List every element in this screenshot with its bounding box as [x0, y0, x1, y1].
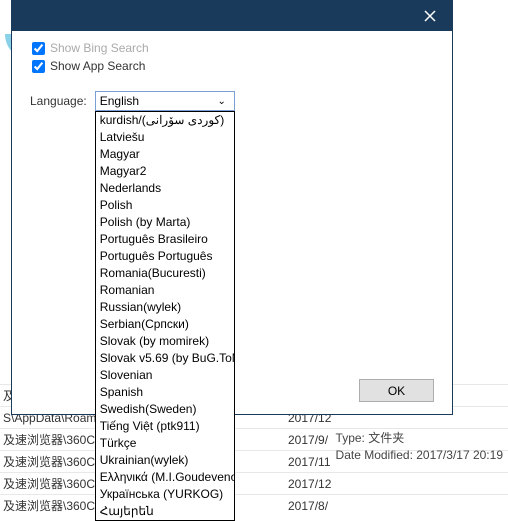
- language-option[interactable]: Slovenian: [96, 367, 234, 384]
- ok-button[interactable]: OK: [359, 379, 434, 402]
- language-selected: English: [100, 94, 139, 108]
- language-option[interactable]: Tiếng Việt (ptk911): [96, 418, 234, 435]
- language-option[interactable]: Swedish(Sweden): [96, 401, 234, 418]
- language-option[interactable]: Türkçe: [96, 435, 234, 452]
- list-item[interactable]: 及速浏览器\360Chrc2017/12: [0, 472, 508, 494]
- language-option[interactable]: Magyar: [96, 146, 234, 163]
- chevron-down-icon: ⌄: [214, 96, 230, 107]
- show-bing-label: Show Bing Search: [50, 41, 149, 55]
- language-option[interactable]: Romanian: [96, 282, 234, 299]
- language-option[interactable]: Romania(Bucuresti): [96, 265, 234, 282]
- language-option[interactable]: Português Brasileiro: [96, 231, 234, 248]
- language-option[interactable]: Magyar2: [96, 163, 234, 180]
- language-option[interactable]: Spanish: [96, 384, 234, 401]
- language-option[interactable]: Slovak v5.69 (by BuG.ToM: [96, 350, 234, 367]
- language-option[interactable]: Polish (by Marta): [96, 214, 234, 231]
- language-option[interactable]: Serbian(Српски): [96, 316, 234, 333]
- show-app-checkbox[interactable]: [32, 60, 45, 73]
- language-label: Language:: [30, 94, 87, 108]
- language-option[interactable]: Slovak (by momirek): [96, 333, 234, 350]
- language-option[interactable]: Հայերեն: [96, 503, 234, 520]
- language-option[interactable]: Russian(wylek): [96, 299, 234, 316]
- file-date: 2017/12: [280, 477, 360, 491]
- language-option[interactable]: Ελληνικά (M.I.Goudevenos: [96, 469, 234, 486]
- titlebar: [12, 1, 452, 31]
- show-bing-checkbox[interactable]: [32, 42, 45, 55]
- language-option[interactable]: Latviešu: [96, 129, 234, 146]
- show-app-label: Show App Search: [50, 59, 145, 73]
- list-item[interactable]: 及速浏览器\360Chr2017/8/: [0, 494, 508, 516]
- modified-info: Date Modified: 2017/3/17 20:19: [336, 448, 503, 462]
- close-button[interactable]: [407, 1, 452, 31]
- settings-dialog: Show Bing Search Show App Search Languag…: [11, 0, 453, 415]
- language-option[interactable]: Português Português: [96, 248, 234, 265]
- show-bing-row: Show Bing Search: [32, 41, 434, 55]
- language-option[interactable]: Ukrainian(wylek): [96, 452, 234, 469]
- show-app-row: Show App Search: [32, 59, 434, 73]
- type-info: Type: 文件夹: [336, 429, 503, 446]
- file-date: 2017/8/: [280, 499, 360, 513]
- language-dropdown[interactable]: kurdish/(کوردی سۆرانی)LatviešuMagyarMagy…: [95, 111, 235, 521]
- language-combo[interactable]: English ⌄ kurdish/(کوردی سۆرانی)Latviešu…: [95, 91, 235, 111]
- language-option[interactable]: kurdish/(کوردی سۆرانی): [96, 112, 234, 129]
- language-option[interactable]: Polish: [96, 197, 234, 214]
- language-option[interactable]: Українська (YURKOG): [96, 486, 234, 503]
- language-option[interactable]: Nederlands: [96, 180, 234, 197]
